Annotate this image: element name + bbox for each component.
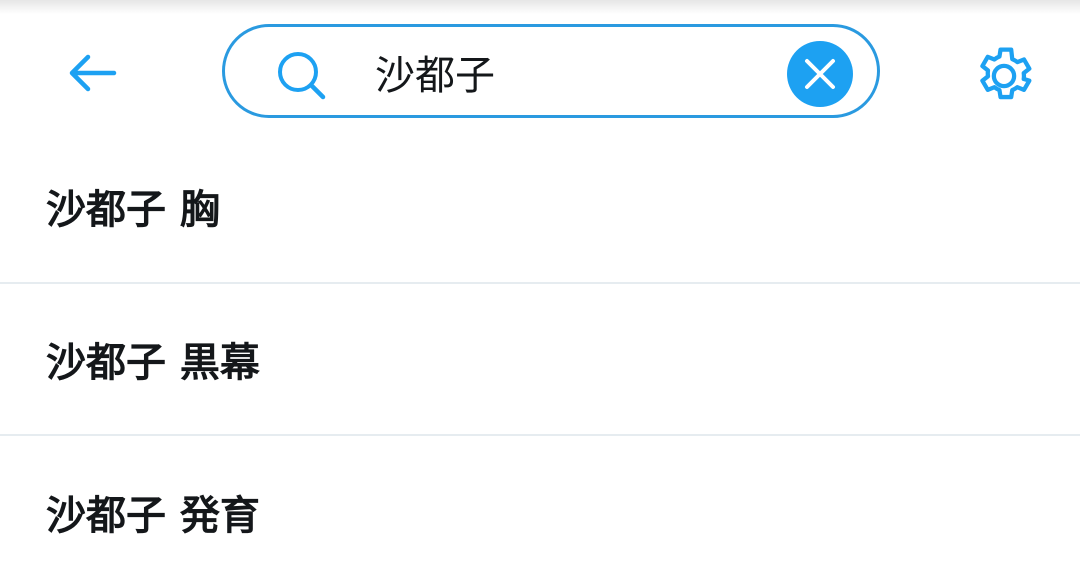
back-button[interactable] [60, 46, 124, 100]
search-header [0, 0, 1080, 146]
suggestion-label: 沙都子 発育 [46, 493, 260, 539]
close-icon [805, 59, 835, 89]
suggestion-item[interactable]: 沙都子 胸 [0, 130, 1080, 284]
search-input[interactable] [375, 41, 765, 103]
suggestion-label: 沙都子 黒幕 [46, 340, 260, 386]
gear-icon [980, 47, 1032, 100]
settings-button[interactable] [968, 40, 1040, 112]
suggestion-item[interactable]: 沙都子 発育 [0, 436, 1080, 588]
clear-search-button[interactable] [787, 41, 853, 107]
search-box[interactable] [222, 24, 880, 118]
suggestion-item[interactable]: 沙都子 黒幕 [0, 284, 1080, 436]
search-icon [278, 52, 326, 100]
suggestion-label: 沙都子 胸 [46, 187, 220, 233]
arrow-left-icon [69, 54, 117, 92]
suggestion-list: 沙都子 胸 沙都子 黒幕 沙都子 発育 [0, 130, 1080, 588]
